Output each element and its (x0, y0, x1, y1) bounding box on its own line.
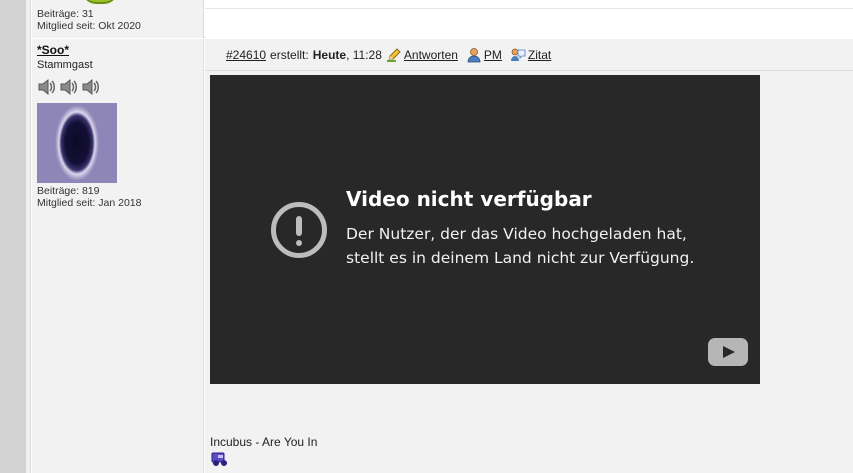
post-header: #24610 erstellt: Heute , 11:28 Antworten… (205, 39, 853, 71)
video-error-title: Video nicht verfügbar (346, 187, 592, 211)
created-label: erstellt: (270, 48, 309, 62)
previous-avatar (82, 0, 118, 4)
song-title: Incubus - Are You In (210, 435, 318, 449)
previous-user-meta: Beiträge: 31 Mitglied seit: Okt 2020 (37, 8, 141, 32)
user-icon (467, 48, 481, 63)
divider (205, 8, 853, 9)
previous-user-info: Beiträge: 31 Mitglied seit: Okt 2020 (32, 0, 204, 38)
previous-posts-count: Beiträge: 31 (37, 8, 94, 20)
pencil-icon (386, 48, 401, 62)
previous-post: Beiträge: 31 Mitglied seit: Okt 2020 (32, 0, 853, 38)
posts-count: Beiträge: 819 (37, 185, 100, 197)
post-date: Heute (312, 48, 347, 62)
gutter-divider (26, 0, 31, 473)
user-rank: Stammgast (37, 59, 93, 71)
speaker-icon (38, 78, 55, 96)
reply-link[interactable]: Antworten (404, 48, 458, 62)
page-left-gutter (0, 0, 26, 473)
forum-post: *Soo* Stammgast Beiträge: 819 Mitglied s… (32, 39, 853, 473)
username-link[interactable]: *Soo* (37, 43, 69, 57)
post-content: #24610 erstellt: Heute , 11:28 Antworten… (205, 39, 853, 473)
post-time: , 11:28 (346, 48, 382, 62)
quote-link[interactable]: Zitat (528, 48, 551, 62)
rank-icons (37, 77, 101, 97)
avatar (37, 103, 117, 183)
speaker-icon (82, 78, 99, 96)
video-error-line-1: Der Nutzer, der das Video hochgeladen ha… (346, 225, 687, 243)
youtube-play-icon[interactable] (708, 338, 748, 366)
music-icon (211, 452, 227, 466)
video-error-line-2: stellt es in deinem Land nicht zur Verfü… (346, 249, 695, 267)
user-info-panel: *Soo* Stammgast Beiträge: 819 Mitglied s… (32, 39, 204, 473)
previous-member-since: Mitglied seit: Okt 2020 (37, 20, 141, 32)
video-error-message: Der Nutzer, der das Video hochgeladen ha… (346, 222, 746, 270)
speaker-icon (60, 78, 77, 96)
previous-post-content (205, 0, 853, 38)
alert-icon (271, 202, 327, 258)
quote-icon (510, 48, 526, 61)
pm-link[interactable]: PM (484, 48, 502, 62)
user-meta: Beiträge: 819 Mitglied seit: Jan 2018 (37, 185, 141, 209)
video-embed[interactable]: Video nicht verfügbar Der Nutzer, der da… (210, 75, 760, 384)
member-since: Mitglied seit: Jan 2018 (37, 197, 142, 209)
post-number-link[interactable]: #24610 (226, 48, 266, 62)
